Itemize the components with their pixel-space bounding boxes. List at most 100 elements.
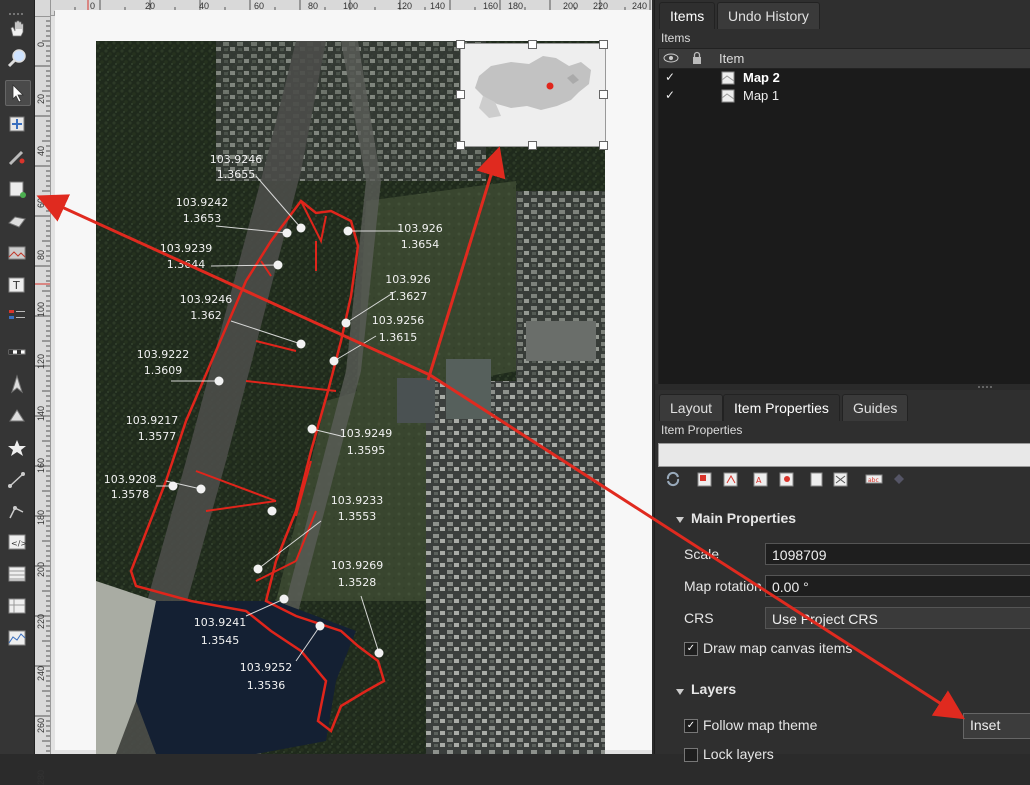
add-3d-map-icon[interactable] bbox=[5, 209, 29, 233]
add-fixed-table-icon[interactable] bbox=[5, 594, 29, 618]
resize-handle[interactable] bbox=[599, 40, 608, 49]
pan-icon[interactable] bbox=[5, 16, 29, 40]
main-properties-header[interactable]: Main Properties bbox=[691, 510, 796, 526]
visibility-check[interactable]: ✓ bbox=[665, 70, 675, 84]
set-scale-icon[interactable]: A bbox=[753, 471, 769, 490]
scale-input[interactable]: 1098709 bbox=[765, 543, 1030, 565]
items-column-header: Item bbox=[719, 51, 745, 66]
set-extent-icon[interactable] bbox=[697, 471, 713, 490]
right-dock-panel: Items Undo History Items Item ✓ Map 2 ✓ … bbox=[654, 0, 1030, 762]
coord-label-lat: 1.3595 bbox=[347, 444, 386, 457]
follow-map-theme-checkbox[interactable]: ✓ bbox=[684, 719, 698, 733]
move-content-icon[interactable] bbox=[5, 112, 29, 136]
coord-label-lat: 1.362 bbox=[190, 309, 222, 322]
bookmark-icon[interactable] bbox=[809, 471, 825, 490]
coord-label-lat: 1.3615 bbox=[379, 331, 418, 344]
view-extent-icon[interactable] bbox=[723, 471, 739, 490]
layers-header[interactable]: Layers bbox=[691, 681, 736, 697]
coord-label-lat: 1.3654 bbox=[401, 238, 440, 251]
panel-splitter[interactable] bbox=[655, 384, 1030, 390]
items-panel-title: Items bbox=[661, 31, 691, 45]
tab-guides[interactable]: Guides bbox=[842, 394, 909, 421]
clipping-icon[interactable] bbox=[891, 471, 907, 490]
coord-label-lat: 1.3653 bbox=[183, 212, 222, 225]
svg-text:</>: </> bbox=[11, 539, 27, 548]
coord-label-lon: 103.926 bbox=[397, 222, 443, 235]
collapse-layers-icon[interactable] bbox=[675, 685, 685, 700]
add-north-arrow-icon[interactable] bbox=[5, 372, 29, 396]
follow-map-theme-label: Follow map theme bbox=[703, 717, 818, 733]
add-shape-icon[interactable] bbox=[5, 404, 29, 428]
ruler-corner bbox=[35, 0, 50, 16]
draw-canvas-items-checkbox[interactable]: ✓ bbox=[684, 642, 698, 656]
map-item-icon bbox=[721, 89, 735, 106]
coord-label-lon: 103.9222 bbox=[137, 348, 190, 361]
select-icon[interactable] bbox=[5, 80, 31, 106]
view-scale-icon[interactable] bbox=[779, 471, 795, 490]
add-scalebar-icon[interactable] bbox=[5, 339, 29, 363]
labeling-icon[interactable]: abc bbox=[865, 471, 883, 490]
zoom-icon[interactable] bbox=[5, 46, 29, 70]
coord-label-lon: 103.9239 bbox=[160, 242, 213, 255]
map-2-inset[interactable] bbox=[460, 43, 606, 147]
add-legend-icon[interactable] bbox=[5, 305, 29, 329]
item-row-map-1[interactable]: ✓ Map 1 bbox=[659, 87, 1030, 105]
add-picture-icon[interactable] bbox=[5, 241, 29, 265]
vruler-label: 240 bbox=[36, 666, 46, 682]
lock-icon bbox=[691, 51, 703, 68]
map-rotation-label: Map rotation bbox=[684, 578, 762, 594]
items-header: Item bbox=[659, 49, 1030, 69]
add-map-icon[interactable] bbox=[5, 177, 29, 201]
add-node-item-icon[interactable] bbox=[5, 500, 29, 524]
svg-text:T: T bbox=[12, 279, 20, 292]
vruler-label: 0 bbox=[36, 42, 46, 48]
vertical-ruler: 0 20 40 60 80 100 120 140 160 180 200 220 240 260 280 bbox=[35, 16, 51, 785]
add-html-icon[interactable]: </> bbox=[5, 530, 29, 554]
coord-label-lon: 103.9246 bbox=[210, 153, 263, 166]
visibility-eye-icon bbox=[663, 51, 679, 68]
resize-handle[interactable] bbox=[456, 40, 465, 49]
visibility-check[interactable]: ✓ bbox=[665, 88, 675, 102]
resize-handle[interactable] bbox=[456, 90, 465, 99]
resize-handle[interactable] bbox=[599, 141, 608, 150]
coord-label-lat: 1.3536 bbox=[247, 679, 286, 692]
tab-layout[interactable]: Layout bbox=[659, 394, 724, 421]
lock-layers-checkbox[interactable] bbox=[684, 748, 698, 762]
resize-handle[interactable] bbox=[528, 40, 537, 49]
collapse-main-icon[interactable] bbox=[675, 513, 685, 528]
crs-select[interactable]: Use Project CRS bbox=[765, 607, 1030, 629]
edit-nodes-icon[interactable] bbox=[5, 145, 29, 169]
vruler-label: 20 bbox=[36, 94, 46, 105]
map-item-icon bbox=[721, 71, 735, 88]
lock-layers-label: Lock layers bbox=[703, 746, 774, 762]
coord-label-lon: 103.9246 bbox=[180, 293, 233, 306]
refresh-icon[interactable] bbox=[665, 471, 681, 490]
vruler-label: 100 bbox=[36, 302, 46, 318]
properties-toolbar: A abc bbox=[665, 470, 915, 490]
add-arrow-icon[interactable] bbox=[5, 468, 29, 492]
item-name: Map 1 bbox=[743, 88, 780, 103]
vruler-label: 280 bbox=[36, 770, 46, 785]
item-id-field[interactable]: Map 2 bbox=[658, 443, 1030, 467]
item-row-map-2[interactable]: ✓ Map 2 bbox=[659, 69, 1030, 87]
atlas-icon[interactable] bbox=[833, 471, 849, 490]
tab-undo-history[interactable]: Undo History bbox=[717, 2, 820, 29]
add-elevation-profile-icon[interactable] bbox=[5, 626, 29, 650]
items-tree[interactable]: Item ✓ Map 2 ✓ Map 1 bbox=[658, 48, 1030, 386]
item-name: Map 2 bbox=[743, 70, 780, 85]
add-attribute-table-icon[interactable] bbox=[5, 562, 29, 586]
resize-handle[interactable] bbox=[599, 90, 608, 99]
vruler-label: 40 bbox=[36, 146, 46, 157]
add-label-icon[interactable]: T bbox=[5, 273, 29, 297]
svg-text:abc: abc bbox=[868, 477, 879, 484]
tab-items[interactable]: Items bbox=[659, 2, 716, 29]
map-rotation-input[interactable]: 0.00 ° bbox=[765, 575, 1030, 597]
coord-label-lat: 1.3528 bbox=[338, 576, 377, 589]
map-theme-select[interactable]: Inset bbox=[963, 713, 1030, 739]
tab-item-properties[interactable]: Item Properties bbox=[723, 394, 840, 421]
resize-handle[interactable] bbox=[528, 141, 537, 150]
add-marker-icon[interactable] bbox=[5, 436, 29, 460]
resize-handle[interactable] bbox=[456, 141, 465, 150]
item-id-value: Map 2 bbox=[665, 447, 702, 462]
vruler-label: 220 bbox=[36, 614, 46, 630]
